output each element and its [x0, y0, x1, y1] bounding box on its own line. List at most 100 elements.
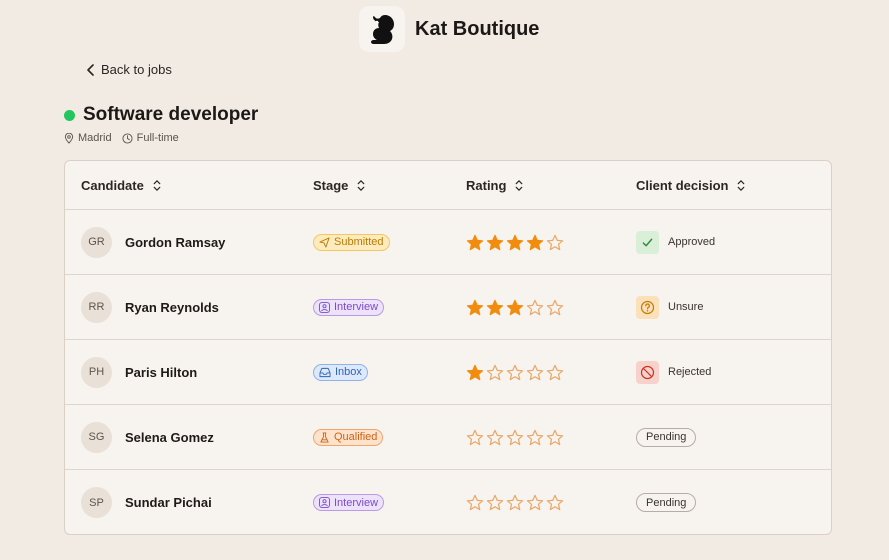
sort-icon — [738, 179, 745, 191]
star-empty-icon[interactable] — [506, 429, 524, 446]
candidate-name[interactable]: Sundar Pichai — [125, 495, 212, 510]
star-filled-icon[interactable] — [466, 364, 484, 381]
star-empty-icon[interactable] — [546, 364, 564, 381]
star-empty-icon[interactable] — [526, 494, 544, 511]
star-rating[interactable] — [466, 234, 564, 251]
star-rating[interactable] — [466, 429, 564, 446]
table-row[interactable]: RR Ryan Reynolds Interview Unsure — [65, 275, 831, 340]
star-filled-icon[interactable] — [506, 299, 524, 316]
stage-cell: Submitted — [313, 210, 390, 274]
decision-cell: Unsure — [636, 275, 703, 339]
star-rating[interactable] — [466, 299, 564, 316]
decision-cell: Rejected — [636, 340, 711, 404]
table-row[interactable]: SG Selena Gomez Qualified Pending — [65, 405, 831, 470]
stage-badge[interactable]: Qualified — [313, 428, 384, 446]
star-filled-icon[interactable] — [466, 299, 484, 316]
ban-icon[interactable] — [636, 360, 659, 384]
star-filled-icon[interactable] — [466, 234, 484, 251]
star-empty-icon[interactable] — [546, 234, 564, 251]
star-empty-icon[interactable] — [526, 299, 544, 316]
clock-icon — [122, 132, 133, 144]
candidate-name[interactable]: Ryan Reynolds — [125, 300, 219, 315]
flask-icon — [319, 431, 330, 443]
stage-cell: Interview — [313, 470, 385, 534]
decision-label: Rejected — [668, 366, 712, 378]
decision-label: Unsure — [668, 301, 704, 313]
star-empty-icon[interactable] — [486, 364, 504, 381]
candidate-name[interactable]: Gordon Ramsay — [125, 235, 225, 250]
candidate-name[interactable]: Selena Gomez — [125, 430, 214, 445]
stage-badge[interactable]: Inbox — [313, 363, 368, 381]
decision-cell: Approved — [636, 210, 715, 274]
sort-candidate[interactable]: Candidate — [81, 161, 162, 209]
sort-stage[interactable]: Stage — [313, 161, 366, 209]
star-filled-icon[interactable] — [486, 234, 504, 251]
star-empty-icon[interactable] — [486, 494, 504, 511]
candidate-cell: SP Sundar Pichai — [81, 470, 212, 534]
candidate-name[interactable]: Paris Hilton — [125, 365, 197, 380]
star-rating[interactable] — [466, 494, 564, 511]
decision-pending-badge[interactable]: Pending — [636, 427, 697, 447]
star-filled-icon[interactable] — [526, 234, 544, 251]
rating-cell — [466, 405, 564, 469]
brand-name: Kat Boutique — [415, 17, 540, 40]
job-header: Software developer Madrid Full-time — [64, 104, 258, 144]
star-empty-icon[interactable] — [466, 494, 484, 511]
star-empty-icon[interactable] — [546, 299, 564, 316]
stage-cell: Qualified — [313, 405, 384, 469]
send-icon — [319, 236, 330, 248]
stage-badge[interactable]: Submitted — [313, 233, 390, 251]
star-empty-icon[interactable] — [546, 429, 564, 446]
sort-icon — [358, 179, 365, 191]
stage-badge[interactable]: Interview — [313, 298, 385, 316]
star-empty-icon[interactable] — [506, 494, 524, 511]
avatar: SP — [81, 487, 112, 518]
star-rating[interactable] — [466, 364, 564, 381]
sort-client-decision[interactable]: Client decision — [636, 161, 746, 209]
check-icon[interactable] — [636, 230, 659, 254]
star-empty-icon[interactable] — [486, 429, 504, 446]
avatar: RR — [81, 291, 112, 323]
table-row[interactable]: SP Sundar Pichai Interview Pending — [65, 470, 831, 534]
back-to-jobs-link[interactable]: Back to jobs — [85, 62, 172, 77]
column-header: Rating — [466, 177, 507, 193]
rating-cell — [466, 340, 564, 404]
sort-icon — [516, 179, 523, 191]
star-empty-icon[interactable] — [506, 364, 524, 381]
star-empty-icon[interactable] — [546, 494, 564, 511]
star-empty-icon[interactable] — [526, 429, 544, 446]
stage-label: Interview — [334, 496, 379, 509]
stage-cell: Inbox — [313, 340, 368, 404]
decision-cell: Pending — [636, 470, 697, 534]
inbox-icon — [319, 367, 331, 378]
stage-badge[interactable]: Interview — [313, 494, 385, 511]
stage-label: Qualified — [334, 431, 378, 443]
table-header: Candidate Stage Rating Client decision — [65, 161, 831, 210]
job-location: Madrid — [64, 132, 112, 144]
decision-label: Approved — [668, 236, 716, 248]
user-icon — [319, 301, 330, 313]
job-type: Full-time — [122, 132, 179, 144]
avatar: SG — [81, 421, 112, 453]
stage-label: Submitted — [334, 236, 384, 248]
star-filled-icon[interactable] — [486, 299, 504, 316]
job-type-label: Full-time — [136, 132, 179, 144]
user-icon — [319, 497, 330, 508]
column-header: Stage — [313, 177, 349, 193]
avatar: PH — [81, 356, 112, 388]
squirrel-icon — [359, 6, 405, 52]
star-empty-icon[interactable] — [466, 429, 484, 446]
sort-rating[interactable]: Rating — [466, 161, 524, 209]
question-circle-icon[interactable] — [636, 295, 659, 319]
star-filled-icon[interactable] — [506, 234, 524, 251]
decision-cell: Pending — [636, 405, 697, 469]
table-row[interactable]: PH Paris Hilton Inbox Rejected — [65, 340, 831, 405]
column-header: Client decision — [636, 177, 729, 193]
stage-label: Interview — [334, 301, 379, 313]
rating-cell — [466, 470, 564, 534]
decision-pending-badge[interactable]: Pending — [636, 493, 697, 512]
back-label: Back to jobs — [101, 62, 172, 77]
table-row[interactable]: GR Gordon Ramsay Submitted Approved — [65, 210, 831, 275]
avatar: GR — [81, 226, 112, 258]
star-empty-icon[interactable] — [526, 364, 544, 381]
